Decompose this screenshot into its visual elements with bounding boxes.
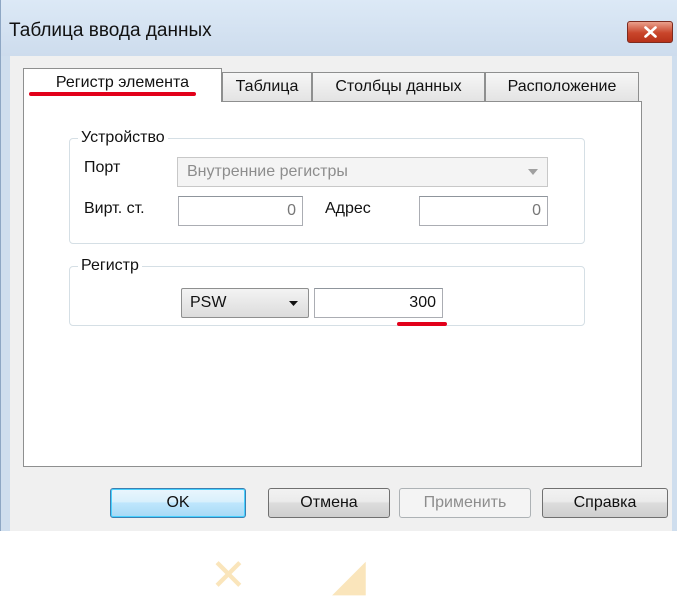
address-input[interactable]: 0 — [419, 196, 548, 226]
tab-label: Столбцы данных — [335, 78, 462, 95]
tab-label: Регистр элемента — [55, 74, 190, 91]
device-group-title: Устройство — [78, 129, 168, 147]
tab-label: Расположение — [507, 78, 617, 95]
register-number-highlight-mark — [397, 322, 447, 326]
register-group-title: Регистр — [78, 257, 142, 275]
station-label: Вирт. ст. — [84, 200, 145, 217]
dialog-window: Таблица ввода данных Регистр элемента Та… — [0, 0, 677, 598]
station-input[interactable]: 0 — [178, 196, 303, 226]
watermark-mark: ✕ — [210, 551, 247, 600]
cancel-button[interactable]: Отмена — [268, 488, 390, 518]
watermark-mark: ◢ — [332, 551, 366, 600]
tab-label: Таблица — [235, 78, 299, 95]
tab-register-element[interactable]: Регистр элемента — [23, 68, 222, 102]
port-select-value: Внутренние регистры — [187, 163, 348, 180]
tab-highlight-mark — [29, 92, 196, 96]
dropdown-arrow-icon — [289, 301, 298, 306]
device-group: Устройство — [69, 129, 585, 244]
dialog-client-area: Регистр элемента Таблица Столбцы данных … — [10, 56, 672, 598]
apply-button[interactable]: Применить — [399, 488, 531, 518]
title-bar[interactable]: Таблица ввода данных — [1, 0, 677, 56]
tab-layout[interactable]: Расположение — [485, 72, 639, 102]
register-number-input[interactable]: 300 — [314, 288, 443, 318]
help-button[interactable]: Справка — [542, 488, 668, 518]
close-icon — [644, 26, 657, 38]
tab-panel-register-element: Устройство Порт Внутренние регистры Вирт… — [23, 101, 642, 467]
window-title: Таблица ввода данных — [9, 20, 212, 41]
address-label: Адрес — [325, 200, 371, 217]
tab-data-columns[interactable]: Столбцы данных — [312, 72, 485, 102]
port-label: Порт — [84, 159, 121, 176]
tab-table[interactable]: Таблица — [222, 72, 312, 102]
register-type-value: PSW — [190, 294, 227, 311]
ok-button[interactable]: OK — [110, 488, 246, 518]
port-select[interactable]: Внутренние регистры — [177, 157, 548, 187]
dropdown-arrow-icon — [528, 169, 538, 175]
register-type-select[interactable]: PSW — [181, 288, 309, 318]
close-button[interactable] — [627, 21, 673, 43]
